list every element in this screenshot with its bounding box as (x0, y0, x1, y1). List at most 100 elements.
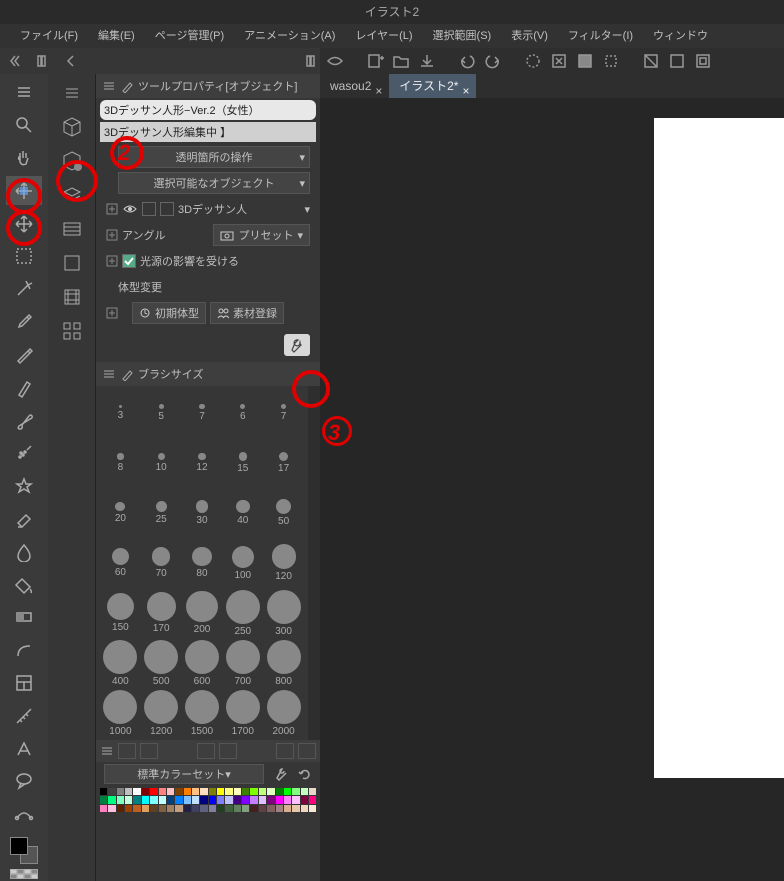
brush-size-cell[interactable]: 1500 (182, 688, 223, 738)
color-swatch[interactable] (133, 805, 140, 812)
register-material-button[interactable]: 素材登録 (210, 302, 284, 324)
blend-tool[interactable] (6, 537, 42, 566)
expand-icon[interactable] (106, 229, 118, 241)
fill-tool[interactable] (6, 570, 42, 599)
dock-right-icon[interactable] (298, 50, 320, 72)
panel3-icon[interactable] (692, 50, 714, 72)
gradient-tool[interactable] (6, 603, 42, 632)
menu-layer[interactable]: レイヤー(L) (345, 24, 422, 48)
color-swatch[interactable] (142, 805, 149, 812)
color-mode-4[interactable] (219, 743, 237, 759)
initial-body-button[interactable]: 初期体型 (132, 302, 206, 324)
chevron-left-icon[interactable] (60, 50, 82, 72)
color-swatch[interactable] (292, 788, 299, 795)
color-indicator[interactable] (10, 837, 38, 864)
color-swatch[interactable] (250, 805, 257, 812)
color-swatch[interactable] (225, 805, 232, 812)
clip-studio-icon[interactable] (324, 50, 346, 72)
brush-size-cell[interactable]: 500 (141, 638, 182, 688)
color-swatch[interactable] (142, 796, 149, 803)
color-swatch[interactable] (234, 796, 241, 803)
brush-size-cell[interactable]: 7 (263, 388, 304, 438)
transparent-color[interactable] (6, 868, 42, 881)
color-swatch[interactable] (267, 805, 274, 812)
color-set-dropdown[interactable]: 標準カラーセット ▾ (104, 764, 264, 784)
close-icon[interactable]: × (462, 79, 472, 89)
undo-icon[interactable] (456, 50, 478, 72)
new-file-icon[interactable] (364, 50, 386, 72)
panel2-icon[interactable] (666, 50, 688, 72)
preset-button[interactable]: プリセット ▾ (213, 224, 310, 246)
eye-icon[interactable] (122, 201, 138, 217)
airbrush-tool[interactable] (6, 439, 42, 468)
color-swatch[interactable] (133, 788, 140, 795)
brush-size-cell[interactable]: 400 (100, 638, 141, 688)
color-swatch[interactable] (167, 805, 174, 812)
color-swatch[interactable] (100, 788, 107, 795)
color-swatch[interactable] (225, 788, 232, 795)
menu-view[interactable]: 表示(V) (501, 24, 558, 48)
brush-size-cell[interactable]: 1200 (141, 688, 182, 738)
color-swatch[interactable] (150, 788, 157, 795)
brush-size-cell[interactable]: 40 (222, 488, 263, 538)
color-swatch[interactable] (209, 805, 216, 812)
color-swatch[interactable] (108, 796, 115, 803)
color-swatch[interactable] (276, 796, 283, 803)
color-swatch[interactable] (276, 805, 283, 812)
color-swatch[interactable] (250, 788, 257, 795)
color-wrench-icon[interactable] (270, 763, 292, 785)
brush-size-cell[interactable]: 250 (222, 588, 263, 638)
brush-size-cell[interactable]: 800 (263, 638, 304, 688)
brush-size-cell[interactable]: 8 (100, 438, 141, 488)
brush-size-cell[interactable]: 25 (141, 488, 182, 538)
menu-selection[interactable]: 選択範囲(S) (423, 24, 502, 48)
correct-line-tool[interactable] (6, 800, 42, 829)
menu-file[interactable]: ファイル(F) (10, 24, 88, 48)
brush-size-cell[interactable]: 10 (141, 438, 182, 488)
color-swatch[interactable] (125, 805, 132, 812)
color-swatch[interactable] (217, 788, 224, 795)
color-swatch[interactable] (150, 805, 157, 812)
menu-window[interactable]: ウィンドウ (643, 24, 718, 48)
color-swatch[interactable] (184, 796, 191, 803)
color-swatch[interactable] (167, 788, 174, 795)
subtool-gradient-icon[interactable] (54, 248, 90, 278)
menu-icon[interactable] (100, 744, 114, 758)
brush-size-cell[interactable]: 1700 (222, 688, 263, 738)
subtool-timeline-icon[interactable] (54, 214, 90, 244)
crop-icon[interactable] (600, 50, 622, 72)
selectable-object-dropdown[interactable]: 選択可能なオブジェクト ▾ (118, 172, 310, 194)
color-swatch[interactable] (117, 805, 124, 812)
ruler-tool[interactable] (6, 701, 42, 730)
color-swatch[interactable] (267, 788, 274, 795)
brush-size-cell[interactable]: 100 (222, 538, 263, 588)
color-mode-6[interactable] (298, 743, 316, 759)
lock-checkbox[interactable] (142, 202, 156, 216)
color-swatch[interactable] (242, 788, 249, 795)
clear-icon[interactable] (548, 50, 570, 72)
color-swatch[interactable] (242, 805, 249, 812)
color-swatch[interactable] (100, 805, 107, 812)
color-swatch[interactable] (175, 805, 182, 812)
move-layer-tool[interactable] (6, 209, 42, 238)
expand-icon[interactable] (106, 255, 118, 267)
brush-size-cell[interactable]: 300 (263, 588, 304, 638)
color-swatch[interactable] (175, 788, 182, 795)
color-swatch[interactable] (117, 796, 124, 803)
canvas[interactable] (320, 98, 784, 881)
document-tab[interactable]: イラスト2* × (389, 74, 476, 98)
menu-icon[interactable] (102, 367, 116, 381)
color-swatch[interactable] (242, 796, 249, 803)
brush-size-cell[interactable]: 1000 (100, 688, 141, 738)
color-swatch[interactable] (276, 788, 283, 795)
color-swatch[interactable] (284, 805, 291, 812)
chevron-down-icon[interactable]: ▾ (304, 203, 310, 216)
color-swatch[interactable] (200, 805, 207, 812)
decoration-tool[interactable] (6, 472, 42, 501)
color-swatch[interactable] (159, 805, 166, 812)
color-swatch[interactable] (250, 796, 257, 803)
color-swatch[interactable] (184, 805, 191, 812)
color-swatch[interactable] (209, 788, 216, 795)
brush-size-cell[interactable]: 6 (222, 388, 263, 438)
color-swatch[interactable] (192, 805, 199, 812)
